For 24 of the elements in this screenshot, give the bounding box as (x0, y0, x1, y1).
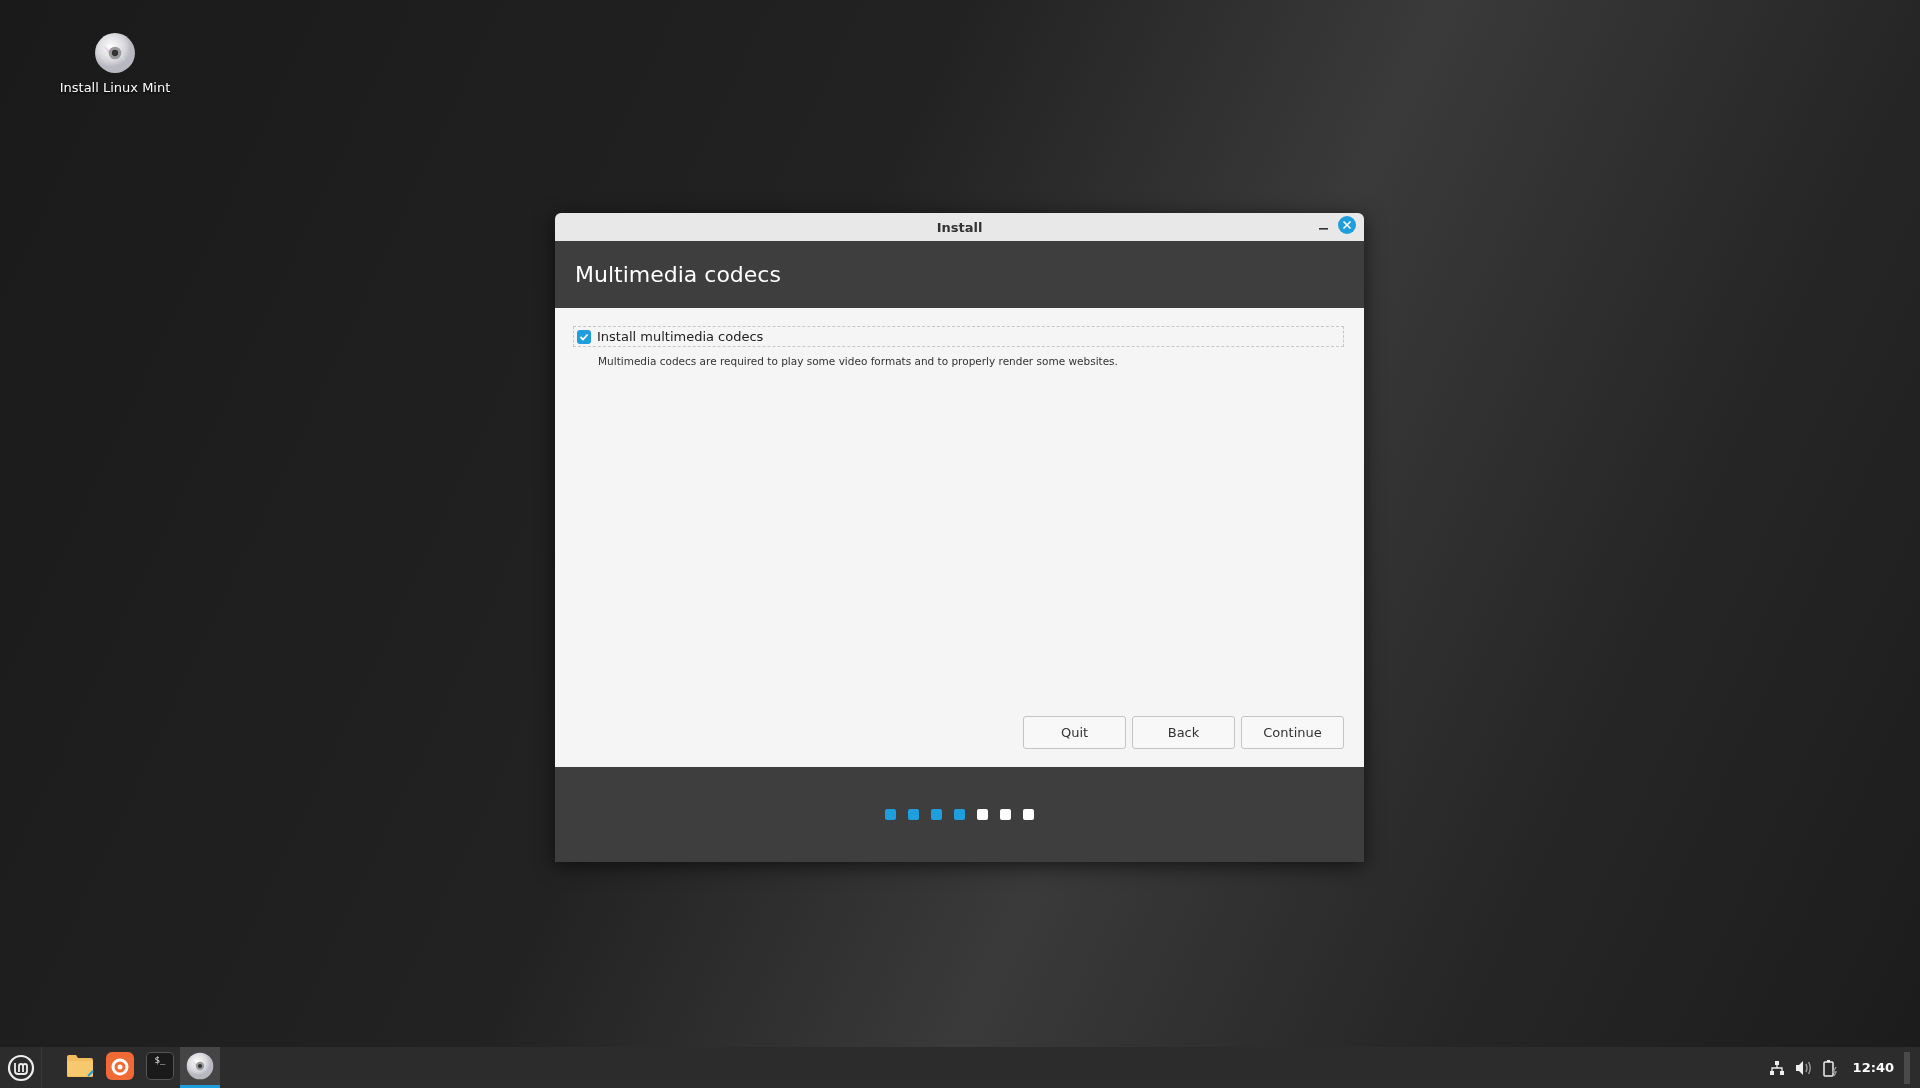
checkmark-icon (579, 331, 589, 342)
network-icon[interactable] (1768, 1059, 1785, 1076)
browser-icon (106, 1052, 134, 1080)
desktop-icon-label[interactable]: Install Linux Mint (59, 80, 171, 95)
battery-icon[interactable] (1822, 1058, 1839, 1077)
option-description: Multimedia codecs are required to play some video formats and to properly render some websites. (598, 355, 1119, 367)
dialog-button[interactable]: Quit (1023, 716, 1126, 749)
terminal-icon: $_ (146, 1052, 174, 1080)
window-title: Install (936, 219, 983, 235)
codecs-option[interactable]: Install multimedia codecs (573, 326, 1344, 347)
clock[interactable]: 12:40 (1852, 1060, 1894, 1075)
checkbox-label: Install multimedia codecs (597, 329, 764, 344)
folder-icon (66, 1054, 94, 1078)
disc-icon (186, 1052, 214, 1080)
dialog-button[interactable]: Continue (1241, 716, 1344, 749)
dialog-button[interactable]: Back (1132, 716, 1235, 749)
checkbox[interactable] (577, 329, 591, 344)
minimize-icon (1319, 227, 1328, 230)
volume-icon[interactable] (1794, 1059, 1813, 1076)
taskbar-launcher[interactable] (180, 1047, 220, 1088)
taskbar-launcher[interactable]: $_ (140, 1047, 180, 1088)
page-title: Multimedia codecs (575, 262, 781, 287)
disc-icon (94, 32, 136, 74)
close-button[interactable] (1338, 216, 1356, 234)
